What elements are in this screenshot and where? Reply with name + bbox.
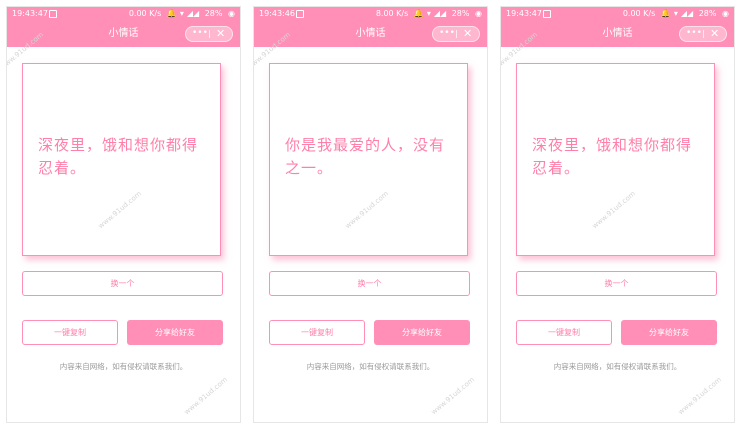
quote-card: 深夜里，饿和想你都得忍着。 www.91ud.com [516,63,715,256]
status-bar: 19:43:47 0.00 K/s 🔔 ▾ ◢◢ 28% ◉ [501,7,734,21]
copy-button[interactable]: 一键复制 [22,320,118,345]
image-notification-icon [49,10,57,18]
bell-icon: 🔔 [166,9,177,18]
battery-icon: ◉ [228,9,235,18]
quote-text: 深夜里，饿和想你都得忍着。 [532,136,693,177]
battery-level: 28% [698,9,717,18]
close-icon[interactable]: ✕ [463,27,472,41]
watermark: www.91ud.com [429,375,477,417]
bell-icon: 🔔 [660,9,671,18]
status-time: 19:43:47 [506,9,542,18]
network-speed: 8.00 K/s [375,9,409,18]
swap-button[interactable]: 换一个 [269,271,470,296]
miniprogram-capsule: ••• ✕ [679,26,727,42]
close-icon[interactable]: ✕ [710,27,719,41]
wifi-icon: ▾ [426,9,431,18]
watermark: www.91ud.com [676,375,724,417]
battery-icon: ◉ [475,9,482,18]
watermark: www.91ud.com [343,189,391,231]
capsule-divider [703,30,704,38]
quote-card: 深夜里，饿和想你都得忍着。 www.91ud.com [22,63,221,256]
capsule-divider [456,30,457,38]
share-button[interactable]: 分享给好友 [621,320,717,345]
status-time: 19:43:47 [12,9,48,18]
image-notification-icon [543,10,551,18]
copyright-notice: 内容来自网络，如有侵权请联系我们。 [553,362,682,371]
battery-level: 28% [451,9,470,18]
wifi-icon: ▾ [179,9,184,18]
phone-screen-2: 19:43:46 8.00 K/s 🔔 ▾ ◢◢ 28% ◉ 小情话 ••• ✕ 你… [253,6,488,423]
more-icon[interactable]: ••• [192,27,208,40]
copy-button[interactable]: 一键复制 [516,320,612,345]
watermark: www.91ud.com [590,189,638,231]
quote-text: 你是我最爱的人，没有之一。 [285,136,446,177]
share-button[interactable]: 分享给好友 [374,320,470,345]
status-bar: 19:43:47 0.00 K/s 🔔 ▾ ◢◢ 28% ◉ [7,7,240,21]
close-icon[interactable]: ✕ [216,27,225,41]
watermark: www.91ud.com [182,375,230,417]
swap-button[interactable]: 换一个 [516,271,717,296]
swap-button[interactable]: 换一个 [22,271,223,296]
copy-button[interactable]: 一键复制 [269,320,365,345]
battery-level: 28% [204,9,223,18]
copyright-notice: 内容来自网络，如有侵权请联系我们。 [59,362,188,371]
battery-icon: ◉ [722,9,729,18]
signal-icon: ◢◢ [680,9,694,18]
quote-text: 深夜里，饿和想你都得忍着。 [38,136,199,177]
more-icon[interactable]: ••• [439,27,455,40]
wifi-icon: ▾ [673,9,678,18]
signal-icon: ◢◢ [186,9,200,18]
phone-screen-1: 19:43:47 0.00 K/s 🔔 ▾ ◢◢ 28% ◉ 小情话 ••• ✕ 深… [6,6,241,423]
more-icon[interactable]: ••• [686,27,702,40]
miniprogram-capsule: ••• ✕ [432,26,480,42]
network-speed: 0.00 K/s [622,9,656,18]
signal-icon: ◢◢ [433,9,447,18]
status-time: 19:43:46 [259,9,295,18]
image-notification-icon [296,10,304,18]
miniprogram-capsule: ••• ✕ [185,26,233,42]
status-bar: 19:43:46 8.00 K/s 🔔 ▾ ◢◢ 28% ◉ [254,7,487,21]
share-button[interactable]: 分享给好友 [127,320,223,345]
phone-screen-3: 19:43:47 0.00 K/s 🔔 ▾ ◢◢ 28% ◉ 小情话 ••• ✕ 深… [500,6,735,423]
capsule-divider [209,30,210,38]
network-speed: 0.00 K/s [128,9,162,18]
watermark: www.91ud.com [96,189,144,231]
bell-icon: 🔔 [413,9,424,18]
copyright-notice: 内容来自网络，如有侵权请联系我们。 [306,362,435,371]
quote-card: 你是我最爱的人，没有之一。 www.91ud.com [269,63,468,256]
